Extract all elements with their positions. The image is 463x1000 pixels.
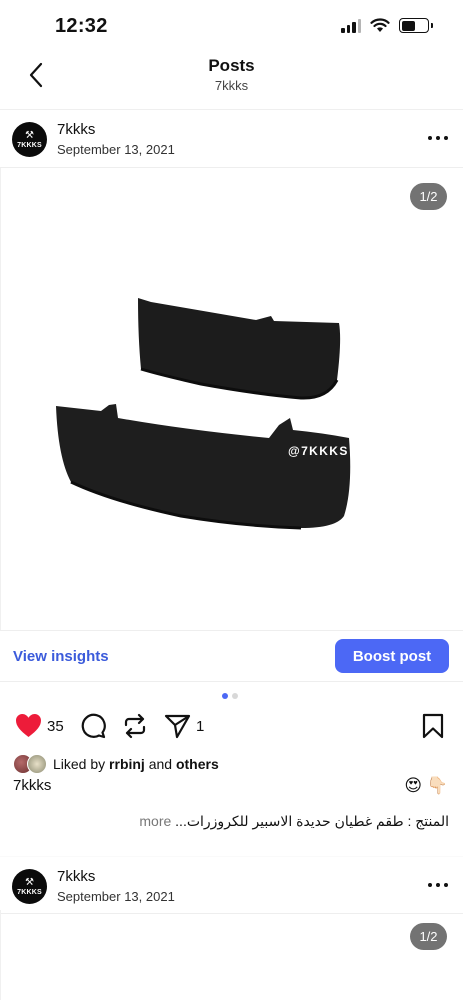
- liked-by-text: Liked by rrbinj and others: [53, 756, 219, 772]
- insights-bar: View insights Boost post: [0, 630, 463, 682]
- status-icons: [341, 18, 433, 33]
- post-header: ⚒ 7KKKS 7kkks September 13, 2021: [0, 856, 463, 914]
- avatar-brand: 7KKKS: [17, 141, 42, 149]
- page-title: Posts: [208, 56, 255, 75]
- bookmark-icon: [422, 713, 444, 739]
- caption-emojis: 😍 👇🏻: [404, 776, 448, 795]
- dot-icon: [436, 136, 440, 140]
- post-image[interactable]: 1/2 @7KKKS: [0, 168, 463, 630]
- dot-icon: [444, 136, 448, 140]
- like-count: 35: [47, 718, 64, 735]
- avatar[interactable]: ⚒ 7KKKS: [12, 122, 47, 157]
- carousel-dot-active: [222, 693, 228, 699]
- carousel-dot: [232, 693, 238, 699]
- liker-avatar: [27, 754, 47, 774]
- liked-by-row[interactable]: Liked by rrbinj and others: [13, 753, 219, 775]
- status-bar: 12:32: [0, 0, 463, 50]
- repost-icon: [124, 713, 146, 739]
- battery-icon: [399, 18, 433, 33]
- avatar[interactable]: ⚒ 7KKKS: [12, 869, 47, 904]
- send-icon: [164, 714, 191, 739]
- share-button[interactable]: [164, 713, 191, 744]
- post-date: September 13, 2021: [57, 889, 175, 904]
- page-subtitle: 7kkks: [214, 78, 249, 93]
- like-button[interactable]: [15, 713, 42, 743]
- more-options-button[interactable]: [428, 875, 448, 895]
- status-time: 12:32: [55, 15, 108, 37]
- product-image: [56, 298, 351, 530]
- caption-more-link[interactable]: more: [139, 813, 171, 829]
- liked-by-user[interactable]: rrbinj: [109, 756, 145, 772]
- post-username[interactable]: 7kkks: [57, 868, 95, 885]
- dot-icon: [428, 883, 432, 887]
- avatar-brand: 7KKKS: [17, 888, 42, 896]
- save-button[interactable]: [422, 713, 444, 744]
- post-username[interactable]: 7kkks: [57, 121, 95, 138]
- wifi-icon: [370, 18, 390, 32]
- signal-icon: [341, 18, 361, 33]
- post-header: ⚒ 7KKKS 7kkks September 13, 2021: [0, 110, 463, 168]
- caption-username[interactable]: 7kkks: [13, 777, 51, 794]
- post-image[interactable]: 1/2: [0, 910, 463, 1000]
- boost-post-button[interactable]: Boost post: [335, 639, 449, 673]
- comment-icon: [81, 713, 106, 739]
- caption-body: المنتج : طقم غطيان حديدة الاسبير للكروزر…: [175, 813, 449, 829]
- heart-icon: [16, 714, 41, 737]
- comment-button[interactable]: [80, 713, 106, 744]
- post-date: September 13, 2021: [57, 142, 175, 157]
- liked-by-others[interactable]: others: [176, 756, 219, 772]
- nav-header: Posts 7kkks: [0, 50, 463, 110]
- carousel-indicator: [222, 693, 238, 699]
- repost-button[interactable]: [122, 713, 148, 744]
- tools-icon: ⚒: [25, 876, 34, 888]
- dot-icon: [444, 883, 448, 887]
- share-count: 1: [196, 718, 205, 735]
- view-insights-link[interactable]: View insights: [13, 648, 109, 665]
- tools-icon: ⚒: [25, 129, 34, 141]
- dot-icon: [428, 136, 432, 140]
- media-counter: 1/2: [410, 923, 447, 950]
- caption-text: المنتج : طقم غطيان حديدة الاسبير للكروزر…: [139, 813, 449, 830]
- dot-icon: [436, 883, 440, 887]
- more-options-button[interactable]: [428, 128, 448, 148]
- post-actions: 35 1: [0, 708, 463, 744]
- watermark-text: @7KKKS: [288, 444, 349, 458]
